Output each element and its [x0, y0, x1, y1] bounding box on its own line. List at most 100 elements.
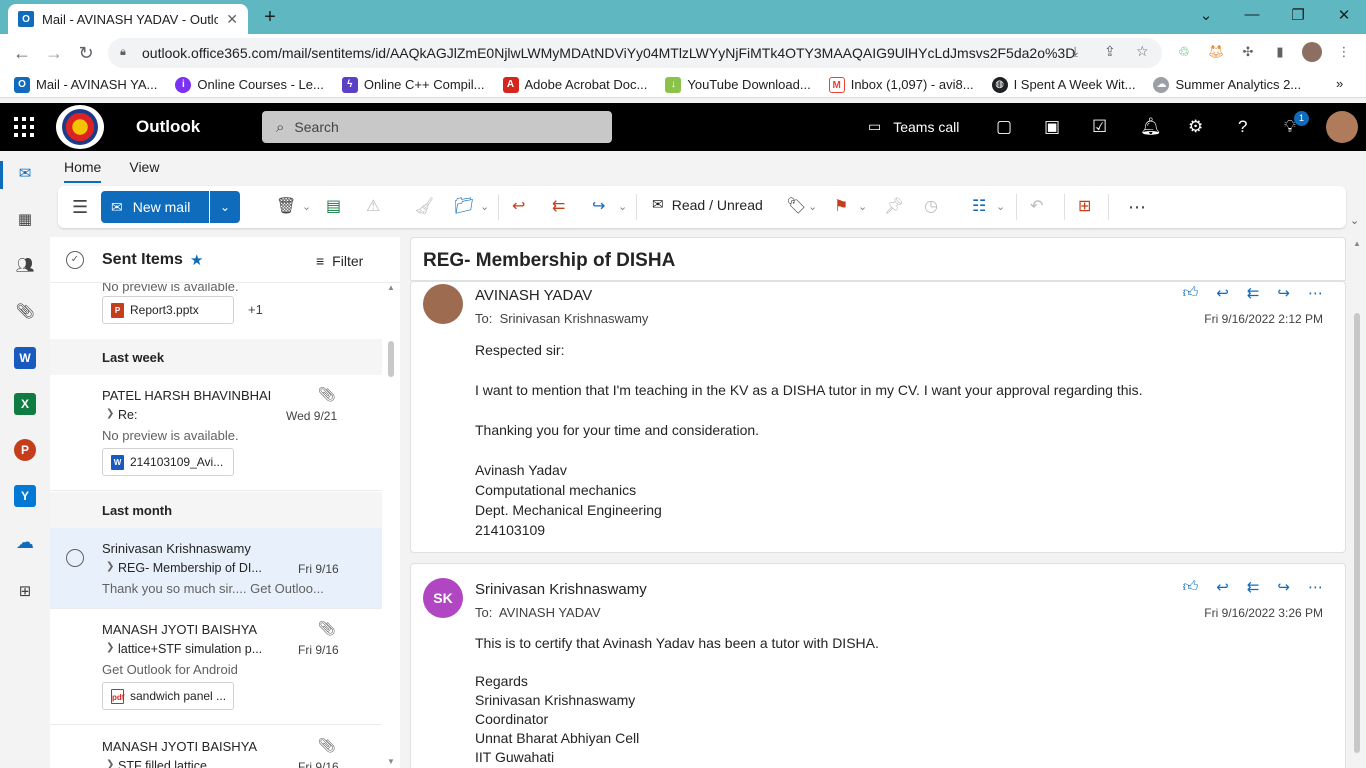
ribbon-collapse-icon[interactable]: ⌄ — [1350, 214, 1359, 227]
sender-avatar[interactable]: SK — [423, 578, 463, 618]
more-actions-icon[interactable]: ⋯ — [1308, 284, 1323, 302]
account-avatar[interactable] — [1326, 111, 1358, 143]
sweep-icon[interactable]: 🧹︎ — [414, 196, 434, 218]
like-icon[interactable]: 👍︎ — [1183, 284, 1199, 302]
browser-tab[interactable]: O Mail - AVINASH YADAV - Outlook ✕ — [8, 4, 248, 34]
share-icon[interactable]: ⇪ — [1104, 43, 1116, 60]
people-icon[interactable]: 👥︎ — [14, 255, 36, 277]
close-tab-icon[interactable]: ✕ — [226, 11, 238, 28]
sender-name[interactable]: Srinivasan Krishnaswamy — [475, 581, 647, 598]
extension-icon[interactable]: ♲ — [1174, 42, 1194, 62]
select-radio[interactable] — [66, 549, 84, 567]
reply-icon[interactable]: ↩ — [1216, 578, 1229, 596]
read-unread-button[interactable]: ✉ Read / Unread — [652, 196, 763, 213]
search-box[interactable]: ⌕ Search — [262, 111, 612, 143]
bookmark-item[interactable]: ↓ YouTube Download... — [665, 76, 811, 93]
app-title[interactable]: Outlook — [136, 117, 200, 137]
more-apps-icon[interactable]: ⊞ — [14, 581, 36, 603]
tab-view[interactable]: View — [115, 151, 173, 185]
attachment-chip[interactable]: W 214103109_Avi... — [102, 448, 234, 476]
reply-icon[interactable]: ↩ — [512, 196, 525, 218]
undo-icon[interactable]: ↶ — [1030, 196, 1043, 218]
scroll-up-icon[interactable]: ▲ — [387, 283, 395, 292]
forward-dropdown-icon[interactable]: ⌄ — [618, 196, 627, 218]
reading-pane-scrollbar[interactable]: ▲ — [1350, 237, 1366, 768]
extensions-puzzle-icon[interactable]: ✣ — [1238, 42, 1258, 62]
excel-icon[interactable]: X — [14, 393, 36, 415]
reload-button[interactable]: ↻ — [74, 42, 98, 64]
tag-dropdown-icon[interactable]: ⌄ — [808, 196, 817, 218]
message-list-scrollbar[interactable]: ▲ ▼ — [384, 283, 400, 768]
more-bookmarks-icon[interactable]: » — [1336, 76, 1343, 91]
sender-avatar[interactable] — [423, 284, 463, 324]
word-icon[interactable]: W — [14, 347, 36, 369]
reply-all-icon[interactable]: ⇇ — [552, 196, 565, 218]
url-bar[interactable]: 🔒︎ outlook.office365.com/mail/sentitems/… — [108, 38, 1162, 68]
thread-chevron-icon[interactable]: ❯ — [106, 642, 114, 653]
like-icon[interactable]: 👍︎ — [1183, 578, 1199, 596]
gear-icon[interactable]: ⚙ — [1188, 117, 1203, 137]
bell-icon[interactable]: 🔔︎ — [1140, 117, 1162, 137]
tab-home[interactable]: Home — [50, 151, 115, 185]
reply-all-icon[interactable]: ⇇ — [1247, 284, 1260, 302]
list-item[interactable]: MANASH JYOTI BAISHYA 📎︎ ❯ STF filled lat… — [50, 726, 382, 768]
bookmark-item[interactable]: i Online Courses - Le... — [175, 76, 324, 93]
sender-name[interactable]: AVINASH YADAV — [475, 287, 592, 304]
snooze-icon[interactable]: ◷ — [924, 196, 938, 218]
scroll-up-icon[interactable]: ▲ — [1353, 239, 1361, 248]
back-button[interactable]: ← — [10, 42, 34, 64]
restore-button[interactable]: ❐ — [1286, 6, 1310, 26]
onedrive-icon[interactable]: ☁ — [14, 531, 36, 553]
rules-icon[interactable]: ☷ — [972, 196, 986, 218]
browser-menu-icon[interactable]: ⋮ — [1334, 42, 1354, 62]
tab-search-chevron-icon[interactable]: ⌄ — [1194, 6, 1218, 26]
office-icon[interactable]: ▣ — [1044, 117, 1060, 137]
calendar-check-icon[interactable]: ☑ — [1092, 117, 1107, 137]
tag-icon[interactable]: 🏷︎ — [786, 196, 806, 218]
pin-icon[interactable]: 📌︎ — [884, 196, 904, 218]
bookmark-item[interactable]: O Mail - AVINASH YA... — [14, 76, 157, 93]
rules-dropdown-icon[interactable]: ⌄ — [996, 196, 1005, 218]
attachment-icon[interactable]: 📎︎ — [14, 301, 36, 323]
flag-dropdown-icon[interactable]: ⌄ — [858, 196, 867, 218]
side-panel-icon[interactable]: ▮ — [1270, 42, 1290, 62]
report-icon[interactable]: ⚠ — [366, 196, 380, 218]
apps-icon[interactable]: ⊞ — [1078, 196, 1091, 218]
more-attachments-count[interactable]: +1 — [248, 302, 263, 317]
thread-chevron-icon[interactable]: ❯ — [106, 759, 114, 768]
move-dropdown-icon[interactable]: ⌄ — [480, 196, 489, 218]
scroll-down-icon[interactable]: ▼ — [387, 757, 395, 766]
more-actions-icon[interactable]: ⋯ — [1308, 578, 1323, 596]
bookmark-star-icon[interactable]: ☆ — [1136, 43, 1149, 60]
scrollbar-thumb[interactable] — [1354, 313, 1360, 753]
list-item[interactable]: Srinivasan Krishnaswamy ❯ REG- Membershi… — [50, 528, 382, 609]
teams-call-button[interactable]: ▭ Teams call — [868, 118, 959, 135]
delete-icon[interactable]: 🗑︎ — [276, 196, 296, 218]
yammer-icon[interactable]: Y — [14, 485, 36, 507]
metamask-icon[interactable]: 🦊︎ — [1206, 42, 1226, 62]
forward-icon[interactable]: ↪ — [592, 196, 605, 218]
more-options-icon[interactable]: ⋯ — [1128, 196, 1146, 218]
powerpoint-icon[interactable]: P — [14, 439, 36, 461]
scrollbar-thumb[interactable] — [388, 341, 394, 377]
close-window-button[interactable]: ✕ — [1332, 6, 1356, 26]
reply-all-icon[interactable]: ⇇ — [1247, 578, 1260, 596]
forward-icon[interactable]: ↪ — [1277, 578, 1290, 596]
forward-icon[interactable]: ↪ — [1277, 284, 1290, 302]
forward-button[interactable]: → — [42, 42, 66, 64]
favorite-star-icon[interactable]: ★ — [190, 251, 203, 269]
new-tab-button[interactable]: + — [258, 6, 282, 28]
help-icon[interactable]: ? — [1238, 117, 1247, 137]
attachment-chip[interactable]: pdf sandwich panel ... — [102, 682, 234, 710]
select-all-checkbox[interactable]: ✓ — [66, 251, 84, 269]
filter-button[interactable]: ≡ Filter — [316, 253, 363, 269]
bookmark-item[interactable]: A Adobe Acrobat Doc... — [502, 76, 647, 93]
bookmark-item[interactable]: ☁ Summer Analytics 2... — [1153, 76, 1301, 93]
hamburger-menu-icon[interactable]: ☰ — [72, 196, 88, 218]
bookmark-item[interactable]: M Inbox (1,097) - avi8... — [828, 76, 974, 93]
delete-dropdown-icon[interactable]: ⌄ — [302, 196, 311, 218]
archive-icon[interactable]: ▤ — [326, 196, 341, 218]
attachment-chip[interactable]: P Report3.pptx — [102, 296, 234, 324]
minimize-button[interactable]: — — [1240, 6, 1264, 26]
move-to-icon[interactable]: 📁︎ — [454, 196, 474, 218]
